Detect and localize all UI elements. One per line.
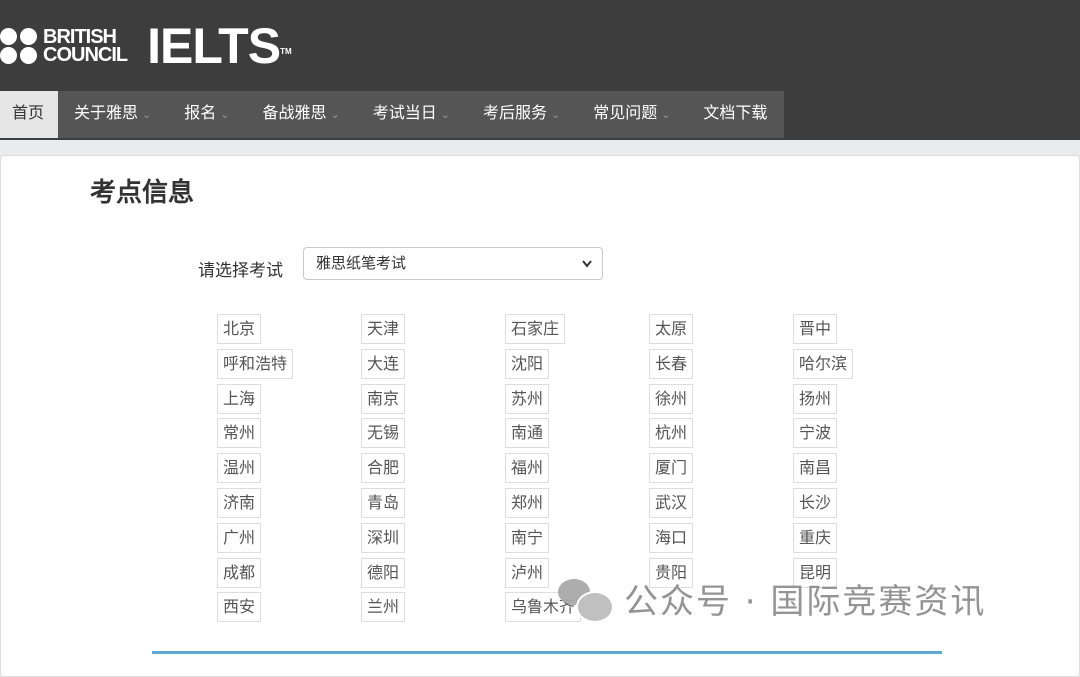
city-link[interactable]: 无锡 <box>361 418 406 449</box>
city-link[interactable]: 呼和浩特 <box>217 348 294 379</box>
nav-item-2[interactable]: 报名 ⌄ <box>168 91 246 138</box>
caret-down-icon: ⌄ <box>142 108 152 121</box>
exam-select-value: 雅思纸笔考试 <box>316 254 407 272</box>
city-link[interactable]: 西安 <box>217 592 262 623</box>
city-link[interactable]: 哈尔滨 <box>793 348 854 379</box>
main-nav: 首页 关于雅思 ⌄ 报名 ⌄ 备战雅思 ⌄ 考试当日 ⌄ 考后服务 ⌄ 常见问题 ⌄ 文档下载 <box>0 91 785 138</box>
city-link[interactable]: 广州 <box>217 522 262 553</box>
nav-item-label: 考后服务 <box>482 103 547 122</box>
city-link[interactable]: 深圳 <box>361 522 406 553</box>
watermark: 公众号 · 国际竞赛资讯 <box>556 574 986 623</box>
city-link[interactable]: 南京 <box>361 383 406 414</box>
city-link[interactable]: 德阳 <box>361 557 406 588</box>
logo[interactable]: BRITISH COUNCIL IELTSTM <box>0 18 292 74</box>
city-link[interactable]: 宁波 <box>793 418 838 449</box>
nav-item-1[interactable]: 关于雅思 ⌄ <box>58 91 168 138</box>
city-link[interactable]: 长沙 <box>793 488 838 518</box>
nav-item-4[interactable]: 考试当日 ⌄ <box>357 91 467 138</box>
city-link[interactable]: 海口 <box>649 522 694 553</box>
city-link[interactable]: 兰州 <box>361 592 406 623</box>
city-link[interactable]: 沈阳 <box>505 348 550 379</box>
nav-item-label: 考试当日 <box>372 103 437 122</box>
nav-item-6[interactable]: 常见问题 ⌄ <box>577 91 687 138</box>
nav-item-label: 常见问题 <box>593 103 658 122</box>
city-link[interactable]: 青岛 <box>361 488 406 518</box>
trademark-mark: TM <box>280 47 292 56</box>
city-link[interactable]: 福州 <box>505 453 550 484</box>
ielts-wordmark: IELTSTM <box>147 18 292 74</box>
watermark-text: 公众号 · 国际竞赛资讯 <box>624 582 987 622</box>
nav-item-label: 首页 <box>12 103 45 122</box>
city-link[interactable]: 温州 <box>217 453 262 484</box>
nav-item-3[interactable]: 备战雅思 ⌄ <box>246 91 356 138</box>
city-link[interactable]: 成都 <box>217 557 262 588</box>
city-link[interactable]: 郑州 <box>505 488 550 518</box>
city-link[interactable]: 重庆 <box>793 522 838 553</box>
nav-item-label: 报名 <box>184 103 217 122</box>
city-link[interactable]: 厦门 <box>649 453 694 484</box>
british-council-dots-icon <box>0 26 40 66</box>
city-link[interactable]: 晋中 <box>793 314 838 344</box>
site-header: BRITISH COUNCIL IELTSTM 首页 关于雅思 ⌄ 报名 ⌄ 备战雅思 ⌄ 考… <box>0 0 1080 140</box>
city-link[interactable]: 徐州 <box>649 383 694 414</box>
nav-item-5[interactable]: 考后服务 ⌄ <box>467 91 577 138</box>
city-link[interactable]: 太原 <box>649 314 694 344</box>
chevron-down-icon <box>581 248 593 291</box>
city-link[interactable]: 上海 <box>217 383 262 414</box>
city-link[interactable]: 杭州 <box>649 418 694 449</box>
nav-item-0[interactable]: 首页 <box>0 91 59 138</box>
city-link[interactable]: 武汉 <box>649 488 694 518</box>
city-link[interactable]: 扬州 <box>793 383 838 414</box>
caret-down-icon: ⌄ <box>661 108 671 121</box>
city-link[interactable]: 天津 <box>361 314 406 344</box>
nav-item-label: 关于雅思 <box>74 103 139 122</box>
caret-down-icon: ⌄ <box>330 108 340 121</box>
wechat-icon <box>556 577 614 623</box>
city-link[interactable]: 石家庄 <box>505 314 566 344</box>
city-link[interactable]: 南通 <box>505 418 550 449</box>
caret-down-icon: ⌄ <box>550 108 561 121</box>
city-link[interactable]: 合肥 <box>361 453 406 484</box>
exam-select[interactable]: 雅思纸笔考试 <box>303 247 603 280</box>
city-link[interactable]: 大连 <box>361 348 406 379</box>
nav-item-label: 文档下载 <box>703 103 768 122</box>
nav-item-label: 备战雅思 <box>262 103 327 122</box>
british-council-wordmark: BRITISH COUNCIL <box>43 26 128 66</box>
page-title: 考点信息 <box>90 178 195 208</box>
city-link[interactable]: 北京 <box>217 314 262 344</box>
city-link[interactable]: 南宁 <box>505 522 550 553</box>
city-link[interactable]: 常州 <box>217 418 262 449</box>
city-link[interactable]: 长春 <box>649 348 694 379</box>
city-link[interactable]: 泸州 <box>505 557 550 588</box>
exam-select-label: 请选择考试 <box>198 261 283 281</box>
city-link[interactable]: 南昌 <box>793 453 838 484</box>
caret-down-icon: ⌄ <box>220 108 230 121</box>
city-link[interactable]: 济南 <box>217 488 262 518</box>
city-link[interactable]: 苏州 <box>505 383 550 414</box>
nav-item-7[interactable]: 文档下载 <box>687 91 784 138</box>
caret-down-icon: ⌄ <box>440 108 450 121</box>
